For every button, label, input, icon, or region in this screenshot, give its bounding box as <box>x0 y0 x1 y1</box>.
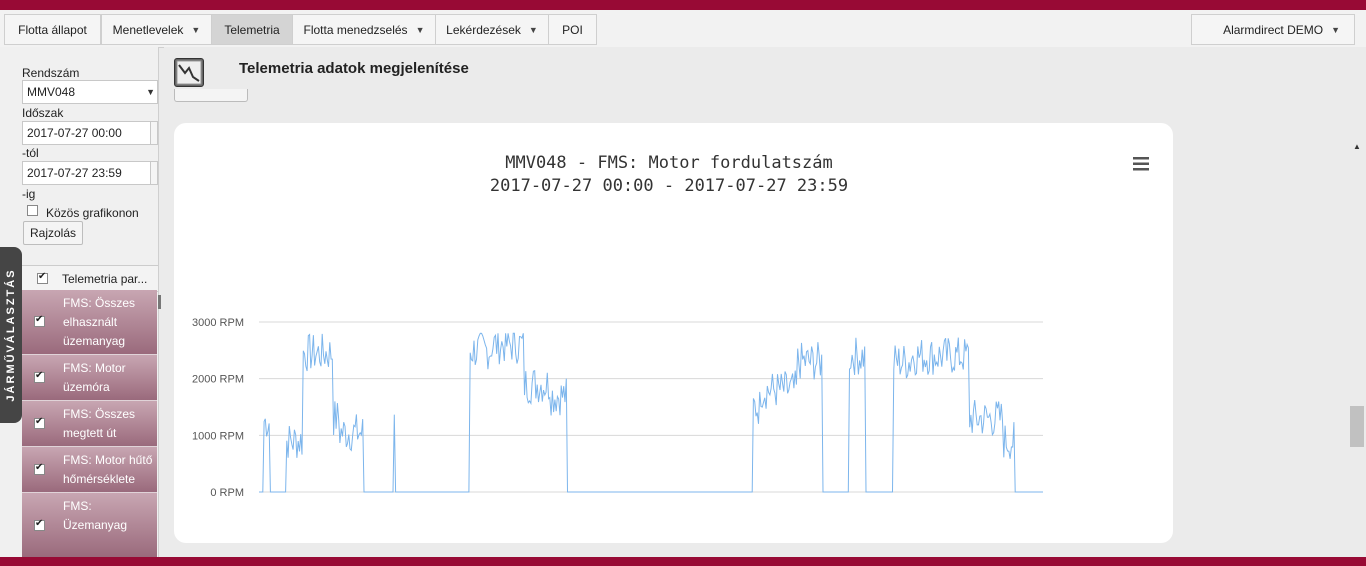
param-row[interactable]: FMS: Motor hűtő hőmérséklete <box>22 447 157 493</box>
dropdown-arrow-icon: ▼ <box>146 87 155 97</box>
nav-item-trip-logs[interactable]: Menetlevelek ▼ <box>101 14 212 45</box>
draw-button-label: Rajzolás <box>29 226 77 240</box>
vehicle-selection-panel: JÁRMŰVÁLASZTÁS Rendszám MMV048 ▼ Időszak… <box>0 47 159 557</box>
param-label: FMS: Üzemanyag <box>63 499 128 532</box>
user-name: Alarmdirect DEMO <box>1223 22 1324 37</box>
param-column-header[interactable]: Telemetria par... <box>62 272 147 286</box>
select-all-checkbox[interactable] <box>37 271 48 284</box>
scroll-thumb[interactable] <box>1350 406 1364 447</box>
sidebar-resize-handle[interactable] <box>158 295 161 309</box>
y-tick-label: 0 RPM <box>210 487 244 499</box>
page-title: Telemetria adatok megjelenítése <box>239 60 469 77</box>
param-checkbox[interactable] <box>34 518 45 531</box>
param-checkbox[interactable] <box>34 314 45 327</box>
y-tick-label: 3000 RPM <box>192 317 244 329</box>
from-date-value: 2017-07-27 00:00 <box>27 126 122 140</box>
nav-item-fleet-management[interactable]: Flotta menedzselés ▼ <box>292 14 436 45</box>
param-row[interactable]: FMS: Összes megtett út <box>22 401 157 447</box>
param-label: FMS: Motor hűtő hőmérséklete <box>63 453 153 486</box>
chart-subtitle: 2017-07-27 00:00 - 2017-07-27 23:59 <box>490 176 848 196</box>
param-checkbox[interactable] <box>34 370 45 383</box>
chart-card: MMV048 - FMS: Motor fordulatszám 2017-07… <box>174 123 1173 543</box>
chevron-down-icon: ▼ <box>1331 24 1340 35</box>
plate-label: Rendszám <box>22 66 80 80</box>
telemetry-chart-icon <box>174 58 204 87</box>
to-date-picker-button[interactable] <box>150 161 158 185</box>
from-date-field[interactable]: 2017-07-27 00:00 <box>22 121 158 145</box>
y-tick-label: 2000 RPM <box>192 374 244 386</box>
nav-item-label: Menetlevelek <box>112 22 184 37</box>
scroll-up-icon[interactable]: ▲ <box>1353 142 1361 151</box>
nav-item-label: Lekérdezések <box>446 22 521 37</box>
param-checkbox[interactable] <box>34 416 45 429</box>
from-date-picker-button[interactable] <box>150 121 158 145</box>
page-scrollbar[interactable]: ▲ ▼ <box>1350 94 1366 557</box>
common-chart-checkbox[interactable] <box>27 205 38 216</box>
to-date-value: 2017-07-27 23:59 <box>27 166 122 180</box>
to-date-field[interactable]: 2017-07-27 23:59 <box>22 161 158 185</box>
bottom-brand-strip <box>0 557 1366 566</box>
common-chart-label: Közös grafikonon <box>46 206 139 220</box>
top-brand-strip <box>0 0 1366 10</box>
nav-item-label: POI <box>562 22 583 37</box>
nav-item-queries[interactable]: Lekérdezések ▼ <box>435 14 549 45</box>
param-row[interactable]: FMS: Üzemanyag <box>22 493 157 557</box>
chevron-down-icon: ▼ <box>415 24 425 35</box>
vehicle-selection-tab[interactable]: JÁRMŰVÁLASZTÁS <box>0 247 22 423</box>
draw-button[interactable]: Rajzolás <box>23 221 83 245</box>
nav-item-label: Flotta állapot <box>18 22 87 37</box>
vehicle-selection-tab-label: JÁRMŰVÁLASZTÁS <box>5 268 17 402</box>
plate-select-value: MMV048 <box>27 85 76 99</box>
param-label: FMS: Összes megtett út <box>63 407 136 440</box>
nav-item-label: Flotta menedzselés <box>303 22 408 37</box>
nav-item-telemetry[interactable]: Telemetria <box>211 14 293 45</box>
collapse-button[interactable] <box>174 89 248 102</box>
nav-item-label: Telemetria <box>224 22 280 37</box>
rpm-line-chart: MMV048 - FMS: Motor fordulatszám 2017-07… <box>192 153 1149 499</box>
from-suffix-label: -tól <box>22 146 39 160</box>
user-menu[interactable]: Alarmdirect DEMO ▼ <box>1191 14 1355 45</box>
chart-title: MMV048 - FMS: Motor fordulatszám <box>505 153 833 173</box>
nav-item-poi[interactable]: POI <box>548 14 597 45</box>
plate-select[interactable]: MMV048 ▼ <box>22 80 158 104</box>
chevron-down-icon: ▼ <box>528 24 538 35</box>
main-navigation: Flotta állapot Menetlevelek ▼ Telemetria… <box>0 10 1366 48</box>
to-suffix-label: -ig <box>22 187 36 201</box>
param-label: FMS: Motor üzemóra <box>63 361 126 394</box>
nav-item-fleet-status[interactable]: Flotta állapot <box>4 14 101 45</box>
series-line-rpm <box>259 332 1043 493</box>
period-label: Időszak <box>22 106 64 120</box>
param-row[interactable]: FMS: Motor üzemóra <box>22 355 157 401</box>
chevron-down-icon: ▼ <box>191 24 201 35</box>
y-tick-label: 1000 RPM <box>192 430 244 442</box>
telemetry-main-panel: Telemetria adatok megjelenítése MMV048 -… <box>164 47 1366 557</box>
param-label: FMS: Összes elhasznált üzemanyag <box>63 296 136 348</box>
param-row[interactable]: FMS: Összes elhasznált üzemanyag <box>22 290 157 355</box>
hamburger-menu-icon[interactable] <box>1133 157 1149 171</box>
param-checkbox[interactable] <box>34 462 45 475</box>
param-table-header: Telemetria par... <box>22 265 158 292</box>
